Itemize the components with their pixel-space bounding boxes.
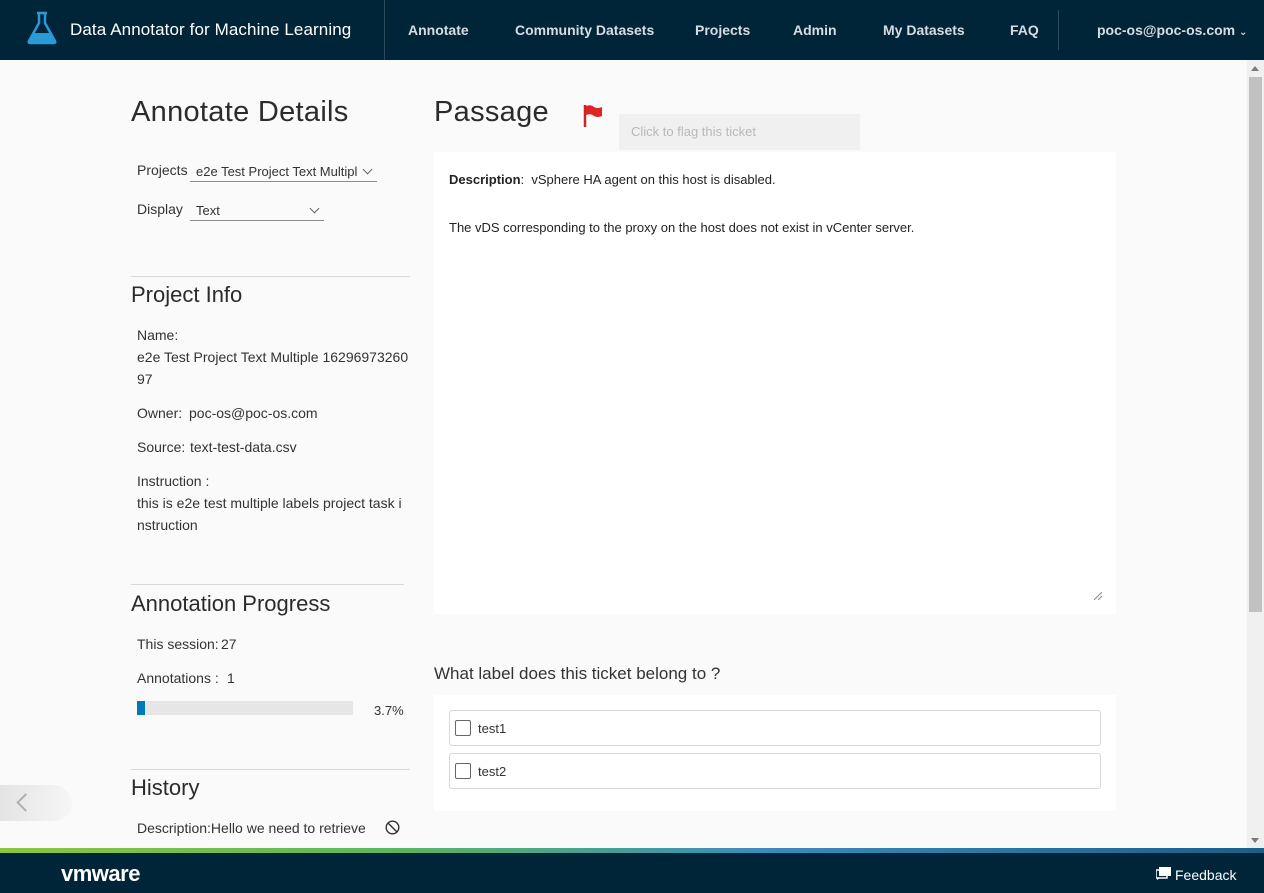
instruction-line1: this is e2e test multiple labels project… xyxy=(137,495,402,511)
projects-select[interactable]: e2e Test Project Text Multiple 162969732… xyxy=(190,160,377,182)
display-label: Display xyxy=(137,201,183,217)
divider xyxy=(131,584,404,585)
scroll-down-icon[interactable] xyxy=(1251,838,1259,843)
nav-divider xyxy=(1058,10,1059,50)
name-value-line1: e2e Test Project Text Multiple 162969732… xyxy=(137,349,409,365)
passage-title: Passage xyxy=(434,96,549,128)
progress-fill xyxy=(137,701,145,715)
top-nav: Data Annotator for Machine Learning Anno… xyxy=(0,0,1264,60)
app-title: Data Annotator for Machine Learning xyxy=(70,20,352,39)
details-title: Annotate Details xyxy=(131,96,349,128)
chevron-down-icon xyxy=(362,164,373,175)
nav-community-datasets[interactable]: Community Datasets xyxy=(515,22,654,38)
instruction-line2: nstruction xyxy=(137,517,198,533)
option-test2[interactable]: test2 xyxy=(449,753,1101,789)
chevron-down-icon: ⌄ xyxy=(1239,27,1248,38)
passage-description: Description: vSphere HA agent on this ho… xyxy=(449,172,776,187)
passage-body: The vDS corresponding to the proxy on th… xyxy=(449,220,915,235)
scroll-thumb[interactable] xyxy=(1249,77,1262,612)
chevron-left-icon xyxy=(16,793,35,812)
question-text: What label does this ticket belong to ? xyxy=(434,664,721,683)
description-label: Description xyxy=(449,172,521,187)
session-label: This session: xyxy=(137,636,219,652)
vmware-logo: vmware xyxy=(61,861,140,886)
feedback-icon xyxy=(1155,867,1175,883)
history-item[interactable]: Description:Hello we need to retrieve xyxy=(137,817,365,839)
owner-value: poc-os@poc-os.com xyxy=(189,405,318,421)
flag-icon[interactable] xyxy=(583,104,603,128)
projects-label: Projects xyxy=(137,162,188,178)
block-icon[interactable] xyxy=(385,820,400,840)
page-scrollbar[interactable] xyxy=(1247,60,1264,848)
display-value: Text xyxy=(196,203,220,218)
nav-projects[interactable]: Projects xyxy=(695,22,750,38)
name-value-line2: 97 xyxy=(137,371,153,387)
passage-box[interactable]: Description: vSphere HA agent on this ho… xyxy=(434,152,1116,614)
divider xyxy=(131,769,410,770)
description-text: vSphere HA agent on this host is disable… xyxy=(531,172,776,187)
projects-value: e2e Test Project Text Multiple 162969732… xyxy=(196,164,358,179)
session-value: 27 xyxy=(221,636,237,652)
source-label: Source: xyxy=(137,439,186,455)
option-label: test1 xyxy=(478,720,507,736)
resize-handle-icon[interactable] xyxy=(1094,592,1102,600)
source-value: text-test-data.csv xyxy=(190,439,297,455)
user-email: poc-os@poc-os.com xyxy=(1097,22,1236,38)
feedback-button[interactable]: Feedback xyxy=(1155,867,1237,883)
feedback-label: Feedback xyxy=(1175,867,1237,883)
option-test1[interactable]: test1 xyxy=(449,710,1101,746)
progress-bar xyxy=(137,701,353,715)
display-select[interactable]: Text xyxy=(190,199,324,221)
flag-tooltip: Click to flag this ticket xyxy=(619,114,860,150)
option-label: test2 xyxy=(478,763,507,779)
progress-title: Annotation Progress xyxy=(131,591,331,616)
nav-annotate[interactable]: Annotate xyxy=(408,22,469,38)
project-info-title: Project Info xyxy=(131,282,243,307)
checkbox[interactable] xyxy=(455,763,471,779)
divider xyxy=(131,276,410,277)
history-title: History xyxy=(131,775,200,800)
chevron-down-icon xyxy=(309,203,320,214)
checkbox[interactable] xyxy=(455,720,471,736)
progress-percent: 3.7% xyxy=(374,703,404,718)
scroll-up-icon[interactable] xyxy=(1251,66,1259,71)
instruction-label: Instruction : xyxy=(137,473,210,489)
footer: vmware Feedback xyxy=(0,853,1264,893)
nav-faq[interactable]: FAQ xyxy=(1010,22,1039,38)
back-button[interactable] xyxy=(0,785,72,821)
brand[interactable]: Data Annotator for Machine Learning xyxy=(0,0,385,60)
nav-my-datasets[interactable]: My Datasets xyxy=(883,22,965,38)
nav-admin[interactable]: Admin xyxy=(793,22,837,38)
flask-icon xyxy=(26,11,58,50)
user-menu[interactable]: poc-os@poc-os.com ⌄ xyxy=(1097,22,1247,38)
owner-label: Owner: xyxy=(137,405,183,421)
annotations-value: 1 xyxy=(227,670,235,686)
name-label: Name: xyxy=(137,327,179,343)
annotations-label: Annotations : xyxy=(137,670,219,686)
label-options: test1 test2 xyxy=(434,695,1116,811)
